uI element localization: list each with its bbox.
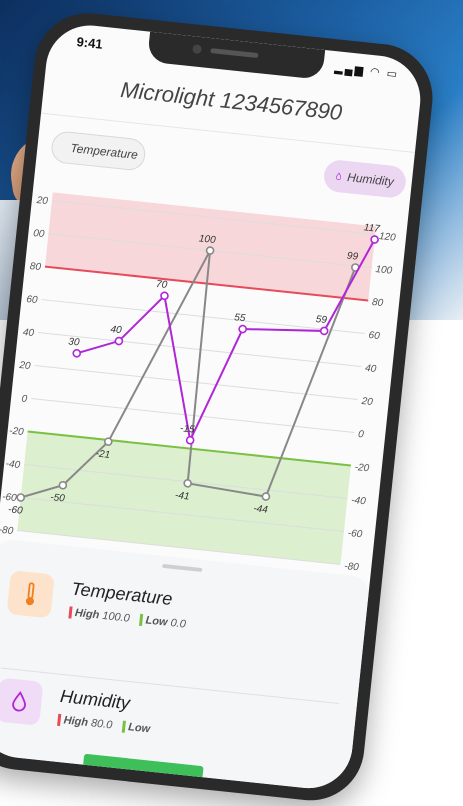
data-point xyxy=(114,336,124,346)
high-limit: High 100.0 xyxy=(68,606,130,625)
speaker-icon xyxy=(210,48,259,59)
data-point xyxy=(205,246,215,255)
left-tick-label: 80 xyxy=(29,261,42,273)
left-tick-label: -80 xyxy=(0,525,14,537)
right-tick-label: 40 xyxy=(365,363,378,375)
low-limit: Low xyxy=(121,720,151,736)
low-limit: Low 0.0 xyxy=(139,613,186,631)
data-point xyxy=(185,435,195,445)
droplet-icon xyxy=(0,677,44,726)
page-title: Microlight 1234567890 xyxy=(119,76,344,126)
phone-screen: 9:41 ▂▄▆ ◠ ▭ Microlight 1234567890 Tempe… xyxy=(0,21,425,793)
left-tick-label: 0 xyxy=(21,394,28,406)
left-tick-label: -20 xyxy=(9,426,25,438)
status-time: 9:41 xyxy=(75,34,104,52)
thermometer-icon xyxy=(64,138,66,156)
data-label: 100 xyxy=(198,233,216,246)
camera-icon xyxy=(192,44,203,55)
data-point xyxy=(370,235,379,244)
phone-notch xyxy=(146,31,326,80)
data-point xyxy=(183,479,192,488)
data-point xyxy=(238,324,247,334)
data-label: -60 xyxy=(8,504,24,516)
data-label: 59 xyxy=(315,314,328,326)
data-point xyxy=(103,437,113,446)
right-tick-label: 60 xyxy=(368,330,381,342)
data-label: -50 xyxy=(50,492,66,504)
data-label: 99 xyxy=(346,251,359,263)
data-label: 117 xyxy=(363,222,380,235)
data-label: 70 xyxy=(155,279,168,291)
data-point xyxy=(261,492,271,501)
sensor-row-temperature[interactable]: Temperature High 100.0 Low 0.0 xyxy=(3,570,349,685)
left-tick-label: 00 xyxy=(33,228,46,240)
sensor-limits: High 100.0 Low 0.0 xyxy=(68,606,186,631)
right-tick-label: -80 xyxy=(344,561,360,573)
data-label: -21 xyxy=(95,448,111,460)
humidity-chip[interactable]: Humidity xyxy=(322,158,408,200)
left-tick-label: 60 xyxy=(26,294,39,306)
right-tick-label: 120 xyxy=(378,231,396,244)
temperature-chip-label: Temperature xyxy=(69,140,139,162)
data-label: 40 xyxy=(110,324,123,336)
right-tick-label: 100 xyxy=(375,264,393,277)
sensor-row-humidity[interactable]: Humidity High 80.0 Low xyxy=(0,677,338,792)
left-tick-label: -40 xyxy=(5,459,21,471)
data-point xyxy=(16,493,26,502)
thermometer-icon xyxy=(6,570,55,619)
right-tick-label: -20 xyxy=(354,462,370,474)
data-label: -15 xyxy=(179,423,195,435)
left-tick-label: 20 xyxy=(18,360,32,372)
data-point xyxy=(319,326,329,336)
status-icons: ▂▄▆ ◠ ▭ xyxy=(333,62,400,81)
data-label: 30 xyxy=(68,336,81,348)
bottom-sheet[interactable]: Temperature High 100.0 Low 0.0 Humidity xyxy=(0,538,371,793)
temperature-chip[interactable]: Temperature xyxy=(49,130,147,172)
sensor-limits: High 80.0 Low xyxy=(57,713,151,736)
sensor-name: Humidity xyxy=(59,685,131,714)
data-point xyxy=(72,348,82,358)
humidity-chip-label: Humidity xyxy=(346,170,395,189)
right-tick-label: 20 xyxy=(360,396,374,408)
right-tick-label: -40 xyxy=(351,495,367,507)
left-tick-label: -60 xyxy=(2,492,18,504)
sensor-chart: 2012000100808060604040202000-20-20-40-40… xyxy=(0,192,397,573)
right-tick-label: -60 xyxy=(347,528,363,540)
data-point xyxy=(160,291,169,301)
sensor-name: Temperature xyxy=(70,578,174,610)
right-tick-label: 0 xyxy=(358,429,365,441)
data-label: 55 xyxy=(234,312,247,324)
data-point xyxy=(58,480,68,490)
left-tick-label: 40 xyxy=(22,327,35,339)
right-tick-label: 80 xyxy=(371,297,384,309)
data-label: -41 xyxy=(175,490,191,502)
high-limit: High 80.0 xyxy=(57,713,113,732)
sheet-grabber[interactable] xyxy=(162,563,203,573)
data-label: -44 xyxy=(253,503,269,515)
droplet-icon xyxy=(336,172,342,180)
left-tick-label: 20 xyxy=(35,195,49,207)
